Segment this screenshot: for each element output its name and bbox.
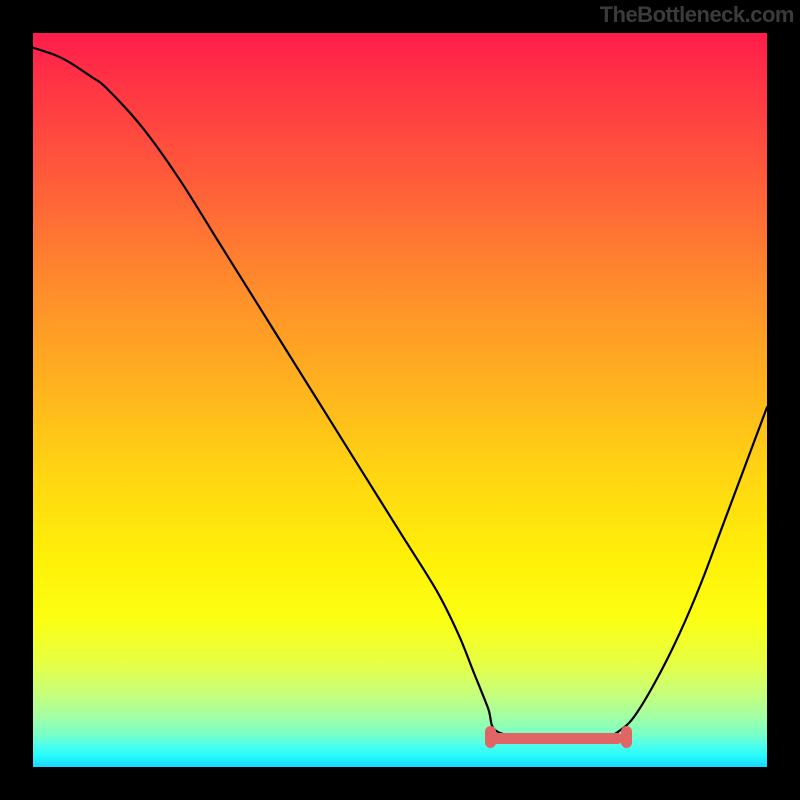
- plot-area: [33, 33, 767, 767]
- optimal-range-cap-left: [485, 726, 496, 748]
- optimal-range-bar: [491, 733, 623, 744]
- optimal-range-cap-right: [621, 726, 632, 748]
- bottleneck-curve: [33, 33, 767, 767]
- watermark-text: TheBottleneck.com: [600, 2, 794, 28]
- chart-frame: TheBottleneck.com: [0, 0, 800, 800]
